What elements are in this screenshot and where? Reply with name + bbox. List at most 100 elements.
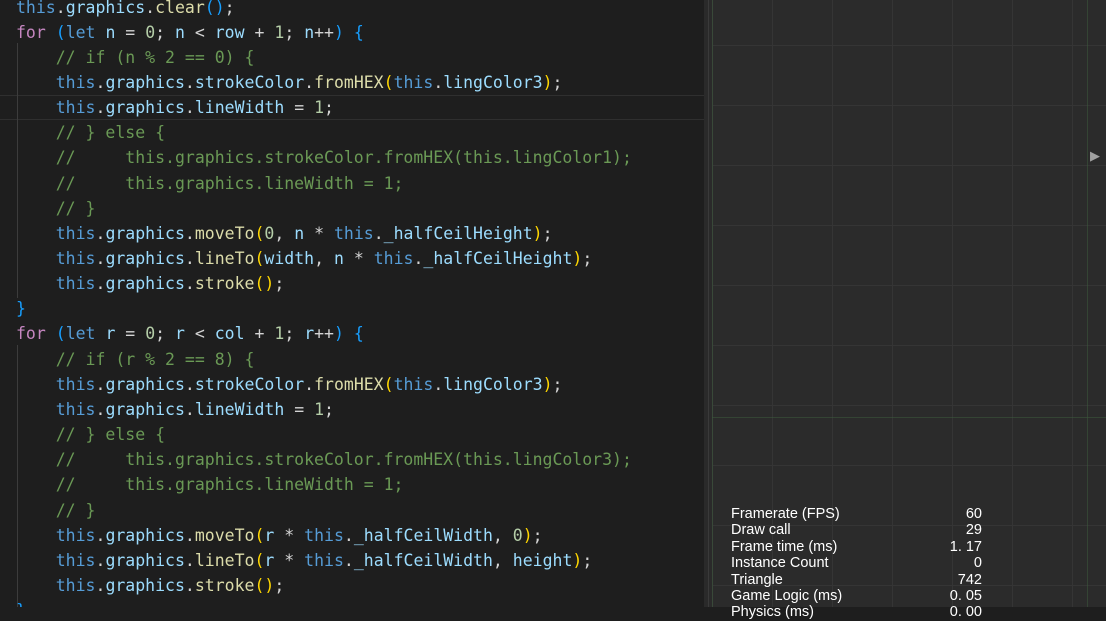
code-token: . <box>95 274 106 294</box>
code-token: graphics <box>105 525 185 545</box>
code-token: , <box>492 550 513 570</box>
code-token: . <box>184 223 195 243</box>
code-token: { <box>353 22 364 42</box>
code-token: . <box>184 274 195 294</box>
code-token: . <box>433 374 444 394</box>
stat-value: 29 <box>965 522 982 539</box>
stat-label: Game Logic (ms) <box>731 587 843 604</box>
code-token: n <box>294 223 305 243</box>
stat-row: Triangle 742 <box>731 572 991 588</box>
code-token: ) <box>542 374 553 394</box>
code-token: lineWidth <box>194 399 285 419</box>
code-token: width <box>264 249 315 268</box>
code-token: // this.graphics.lineWidth = 1; <box>55 173 404 193</box>
code-token: ++ <box>314 324 334 344</box>
code-token: height <box>512 550 573 570</box>
code-token: this <box>333 223 374 243</box>
code-token: graphics <box>105 550 185 570</box>
code-token: let <box>65 22 96 42</box>
stat-value: 1. 17 <box>949 538 982 555</box>
code-token: this <box>304 525 344 545</box>
code-token: // this.graphics.strokeColor.fromHEX(thi… <box>55 450 632 470</box>
code-token: this <box>55 72 96 92</box>
panel-divider <box>708 0 709 607</box>
code-token: ) <box>542 72 553 92</box>
code-token: . <box>373 223 384 243</box>
code-token: ; <box>224 0 235 17</box>
code-token: . <box>184 399 195 419</box>
code-token: fromHEX <box>314 374 384 394</box>
code-token: this <box>393 72 434 92</box>
code-token: . <box>413 249 424 268</box>
stat-label: Frame time (ms) <box>731 538 838 555</box>
code-token: * <box>343 249 374 268</box>
code-token: graphics <box>105 274 185 294</box>
code-token: _halfCeilHeight <box>383 223 533 243</box>
code-token: . <box>95 575 106 595</box>
code-token: { <box>353 324 364 344</box>
code-token: moveTo <box>194 223 255 243</box>
code-token: r <box>264 525 275 545</box>
code-token: ; <box>532 525 543 545</box>
code-token: + <box>244 324 275 344</box>
code-token: row <box>214 22 245 42</box>
code-token: 1 <box>274 22 285 42</box>
code-token: this <box>55 249 96 268</box>
code-token: lineTo <box>194 249 255 268</box>
code-token: ; <box>324 98 334 118</box>
code-editor[interactable]: this.graphics.clear(); for (let n = 0; n … <box>0 0 704 607</box>
code-token: ) <box>532 223 543 243</box>
code-token: . <box>95 223 106 243</box>
code-token: , <box>274 223 295 243</box>
code-token: . <box>184 575 195 595</box>
code-token: for <box>16 324 46 344</box>
code-token: this <box>55 525 96 545</box>
code-token: () <box>254 274 275 294</box>
code-token: ( <box>55 324 66 344</box>
code-token: ; <box>274 274 285 294</box>
code-token: * <box>304 223 334 243</box>
code-token: // } <box>55 198 96 218</box>
code-token: r <box>105 324 116 344</box>
code-token: . <box>184 249 195 268</box>
code-token: graphics <box>105 98 185 118</box>
code-token: graphics <box>65 0 146 17</box>
code-token: . <box>184 98 195 118</box>
code-token: this <box>55 575 96 595</box>
code-token: // } else { <box>55 425 166 445</box>
code-token: . <box>95 249 106 268</box>
code-token: // } else { <box>55 123 166 143</box>
code-token: strokeColor <box>194 72 305 92</box>
expand-arrow-icon[interactable]: ▶ <box>1090 149 1100 164</box>
stat-value: 60 <box>965 506 982 522</box>
code-token: . <box>304 72 315 92</box>
code-token: < <box>184 324 215 344</box>
code-token: . <box>95 72 106 92</box>
code-token: . <box>55 0 66 17</box>
code-token: graphics <box>105 575 185 595</box>
code-token: 1 <box>274 324 285 344</box>
code-token: . <box>145 0 156 17</box>
code-token: ; <box>274 575 285 595</box>
code-token: // this.graphics.lineWidth = 1; <box>55 475 404 495</box>
stat-row: Draw call 29 <box>731 522 991 538</box>
code-token: lineTo <box>194 550 255 570</box>
code-token: < <box>184 22 215 42</box>
code-token: stroke <box>194 575 255 595</box>
code-token: . <box>95 525 106 545</box>
code-token: lingColor3 <box>443 72 543 92</box>
code-token: . <box>95 550 106 570</box>
stat-row: Framerate (FPS) 60 <box>731 506 991 522</box>
code-token: . <box>184 550 195 570</box>
code-token: this <box>55 374 96 394</box>
code-token: graphics <box>105 72 185 92</box>
code-token: ( <box>55 22 66 42</box>
